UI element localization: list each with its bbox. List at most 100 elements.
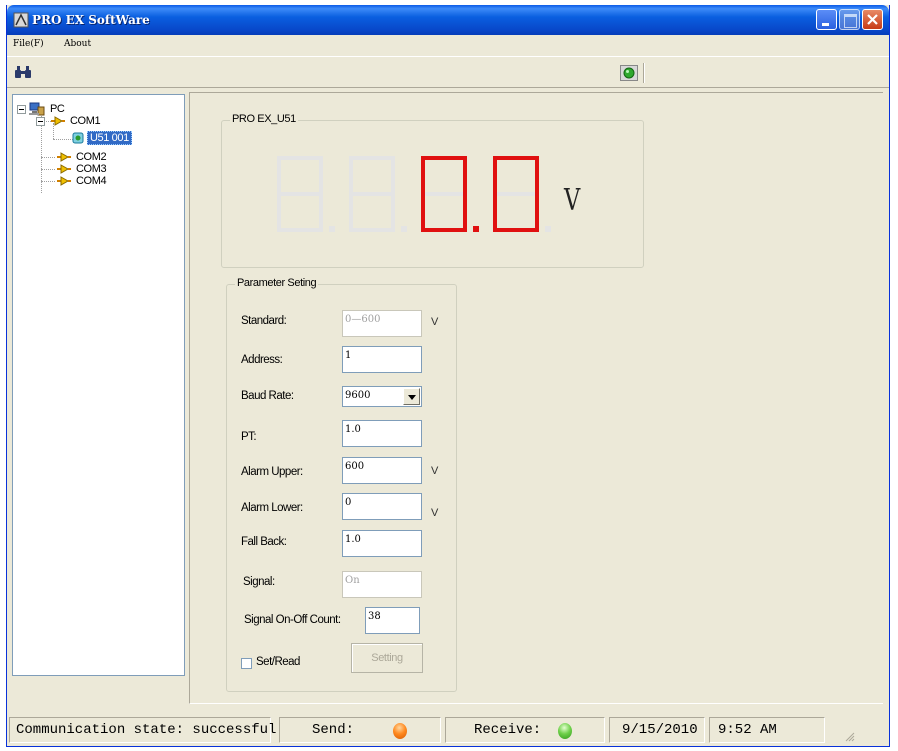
tree-label-u51: U51 001 [87,131,132,145]
digit-2-segment-f [349,156,353,194]
baud-rate-select[interactable]: 9600 [342,386,422,407]
digit-1-decimal-point [329,226,335,232]
set-read-label: Set/Read [256,656,300,668]
digit-4-segment-e [493,194,497,232]
date-panel: 9/15/2010 [609,717,705,743]
alarm-lower-label: Alarm Lower: [241,502,303,514]
port-icon [51,116,65,126]
pt-field[interactable]: 1.0 [342,420,422,447]
port-icon [57,152,71,162]
tree-connector [41,169,55,170]
digit-1-segment-a [277,156,323,160]
minimize-button[interactable] [816,9,837,30]
alarm-upper-field[interactable]: 600 [342,457,422,484]
address-field[interactable]: 1 [342,346,422,373]
standard-field: 0—600 [342,310,422,337]
close-button[interactable] [862,9,883,30]
receive-panel: Receive: [445,717,605,743]
connect-icon[interactable] [620,65,638,81]
send-label: Send: [312,722,355,738]
tree-node-com4[interactable]: COM4 [56,175,108,187]
digit-2-segment-g [349,192,395,196]
tree-node-device-u51[interactable]: U51 001 [71,131,132,145]
parameter-title: Parameter Seting [235,277,319,289]
tree-node-com1[interactable]: COM1 [50,115,102,127]
signal-field: On [342,571,422,598]
setting-button[interactable]: Setting [351,643,423,673]
digit-4-segment-b [535,156,539,194]
digit-1-segment-b [319,156,323,194]
digit-1-segment-c [319,194,323,232]
receive-label: Receive: [474,722,542,738]
pt-label: PT: [241,431,257,443]
digit-3-segment-d [421,228,467,232]
digit-3-segment-a [421,156,467,160]
fall-back-field[interactable]: 1.0 [342,530,422,557]
seven-segment-display [277,156,551,232]
alarm-lower-field[interactable]: 0 [342,493,422,520]
send-panel: Send: [279,717,441,743]
device-tree[interactable]: PC COM1 U51 001 COM2 COM3 COM4 [12,94,185,676]
title-bar[interactable]: PRO EX SoftWare [7,5,889,35]
digit-4-segment-d [493,228,539,232]
standard-unit: V [431,316,439,328]
binoculars-icon[interactable] [14,65,32,79]
tree-connector [41,157,55,158]
resize-grip-icon[interactable] [843,730,855,742]
port-icon [57,164,71,174]
communication-state: Communication state: successful [9,717,276,743]
app-icon [13,12,29,28]
digit-4-decimal-point [545,226,551,232]
set-read-checkbox[interactable] [241,658,252,669]
maximize-button[interactable] [839,9,860,30]
close-icon [867,14,878,25]
toolbar-separator [643,63,645,83]
signal-count-field[interactable]: 38 [365,607,420,634]
main-window: PRO EX SoftWare File(F) About PC COM1 U5… [6,5,890,747]
tree-label-com3: COM3 [76,163,107,175]
alarm-upper-unit: V [431,465,439,477]
display-unit: V [564,183,581,218]
menu-file[interactable]: File(F) [13,39,44,49]
tree-label-com4: COM4 [76,175,107,187]
digit-3-segment-b [463,156,467,194]
digit-3-decimal-point [473,226,479,232]
device-icon [72,132,84,144]
digit-3-segment-e [421,194,425,232]
port-icon [57,176,71,186]
digit-4-segment-f [493,156,497,194]
signal-label: Signal: [243,576,275,588]
digit-4-segment-g [493,192,539,196]
tree-label-pc: PC [50,103,65,115]
fall-back-label: Fall Back: [241,536,287,548]
chevron-down-icon[interactable] [403,388,420,405]
digit-2-segment-c [391,194,395,232]
digit-4-segment-c [535,194,539,232]
address-label: Address: [241,354,283,366]
digit-3-segment-c [463,194,467,232]
parameter-panel: Parameter Seting Standard: 0—600 V Addre… [226,277,457,692]
expander-pc[interactable] [17,105,26,114]
menu-bar: File(F) About [7,36,889,54]
send-led-icon [393,723,407,739]
signal-count-label: Signal On-Off Count: [244,614,341,626]
tree-node-com2[interactable]: COM2 [56,151,108,163]
alarm-upper-label: Alarm Upper: [241,466,303,478]
tree-connector [53,139,73,140]
digit-1-segment-e [277,194,281,232]
digit-1-segment-g [277,192,323,196]
digit-2-decimal-point [401,226,407,232]
menu-about[interactable]: About [64,39,91,49]
standard-label: Standard: [241,315,287,327]
expander-com1[interactable] [36,117,45,126]
tree-label-com2: COM2 [76,151,107,163]
digit-3-segment-g [421,192,467,196]
computer-icon [29,102,45,116]
toolbar [7,56,889,88]
digit-3-segment-f [421,156,425,194]
time-panel: 9:52 AM [709,717,825,743]
tree-node-com3[interactable]: COM3 [56,163,108,175]
tree-node-pc[interactable]: PC [29,102,66,116]
tree-connector [41,181,55,182]
tree-label-com1: COM1 [70,115,101,127]
